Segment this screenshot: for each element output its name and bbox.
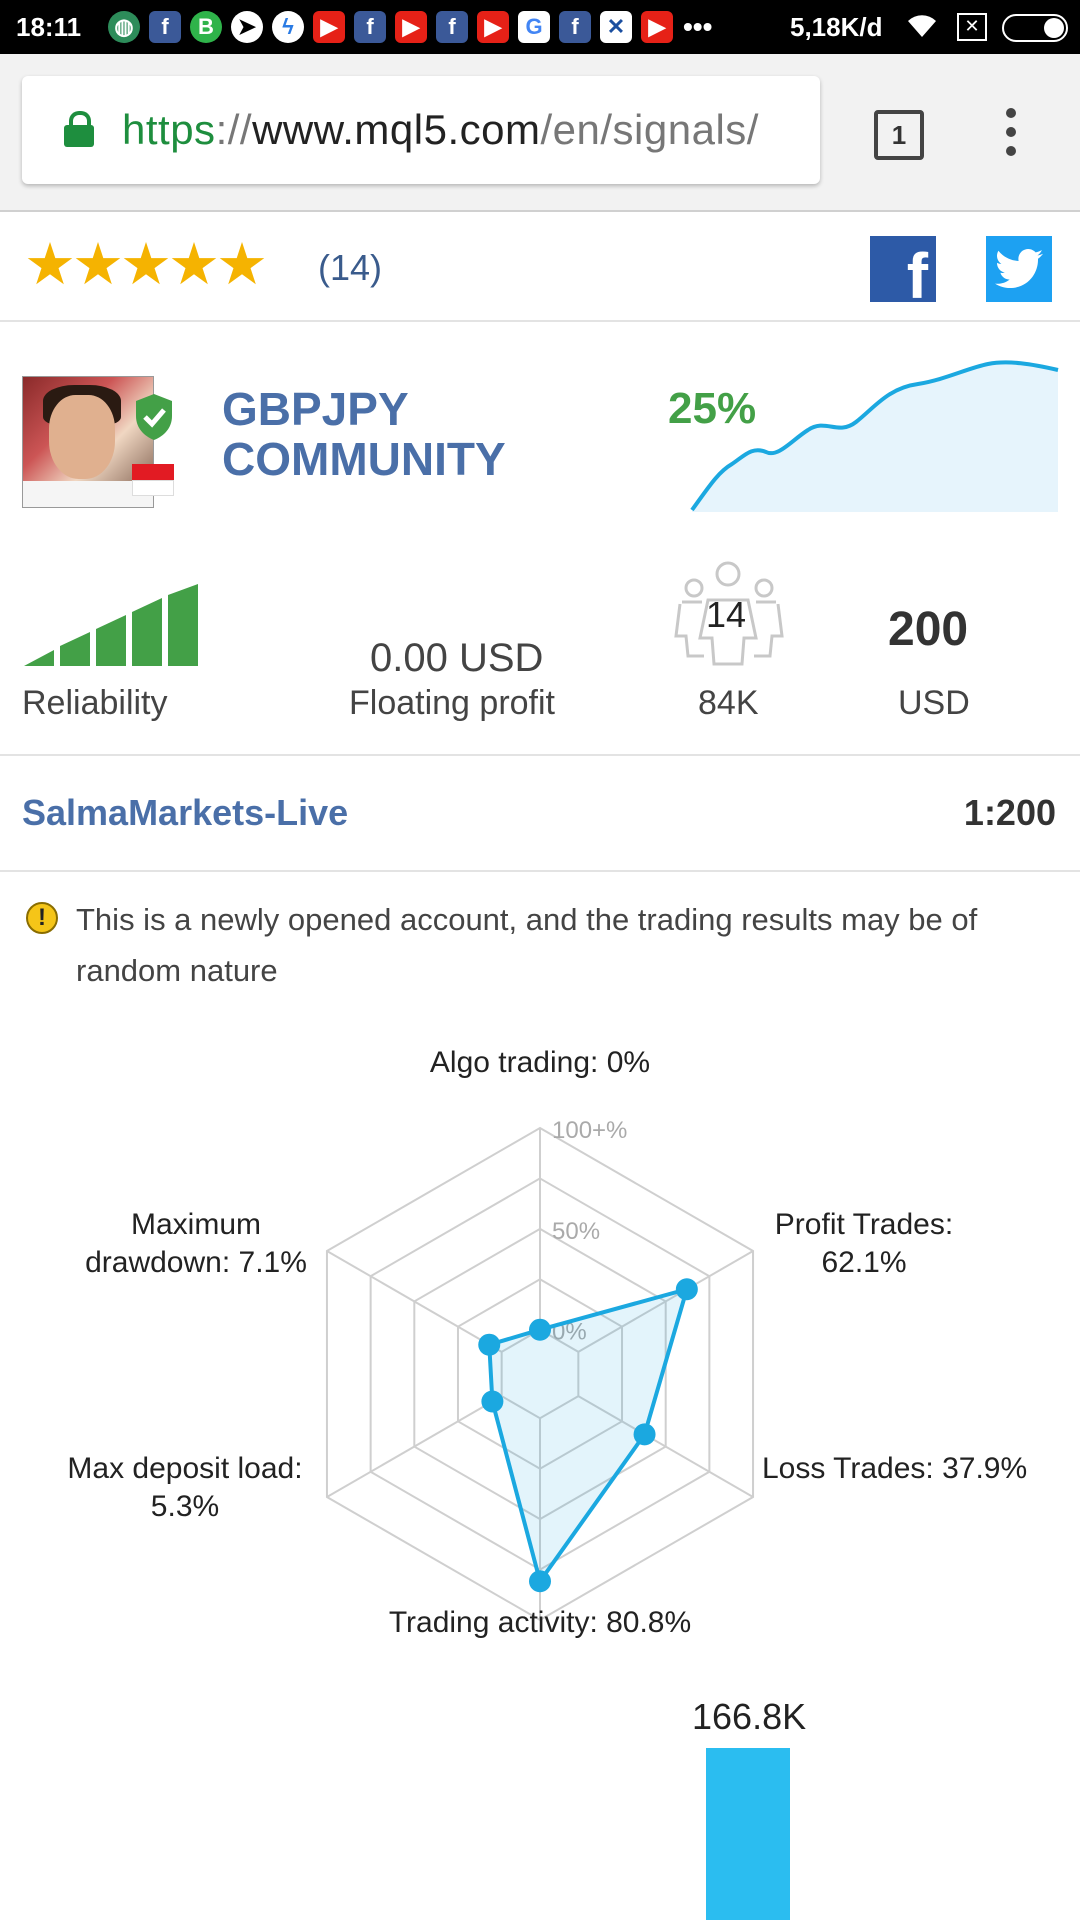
bar-value-label: 166.8K	[692, 1696, 807, 1737]
review-count[interactable]: (14)	[318, 247, 382, 289]
globe-icon: ◍	[108, 11, 140, 43]
radar-label-activity: Trading activity: 80.8%	[388, 1606, 692, 1639]
radar-point-5	[481, 1390, 504, 1413]
battery-icon	[1002, 14, 1068, 42]
no-sim-icon: ✕	[957, 13, 987, 41]
reliability-bars-icon	[24, 584, 198, 666]
broker-row: SalmaMarkets-Live 1:200	[0, 756, 1080, 872]
radar-point-4	[529, 1570, 551, 1593]
facebook-icon: f	[436, 11, 468, 43]
bar-mark	[706, 1748, 790, 1920]
messenger-icon: ϟ	[272, 11, 304, 43]
telegram-icon: ➤	[231, 11, 263, 43]
facebook-icon: f	[149, 11, 181, 43]
twitter-icon	[995, 249, 1043, 288]
youtube-icon: ▶	[477, 11, 509, 43]
radar-chart: 100+%50%0% Algo trading: 0% Profit Trade…	[0, 1030, 1080, 1660]
youtube-icon: ▶	[395, 11, 427, 43]
facebook-icon: f	[354, 11, 386, 43]
browser-toolbar: https://www.mql5.com/en/signals/ 1	[0, 54, 1080, 212]
floating-profit-value: 0.00 USD	[370, 636, 544, 680]
facebook-share-button[interactable]: f	[870, 236, 936, 308]
subscribers-funds: 84K	[698, 684, 759, 722]
google-icon: G	[518, 11, 550, 43]
url-text[interactable]: https://www.mql5.com/en/signals/	[122, 106, 759, 154]
clock: 18:11	[16, 11, 82, 42]
floating-profit-label: Floating profit	[349, 684, 555, 722]
lock-icon	[64, 111, 94, 149]
radar-point-3	[633, 1423, 656, 1446]
verified-shield-icon	[136, 394, 172, 440]
radar-ring-label: 50%	[552, 1218, 600, 1245]
xl-icon: ✕	[600, 11, 632, 43]
subscribers-count: 14	[706, 594, 747, 635]
bbm-icon: B	[190, 11, 222, 43]
menu-icon[interactable]	[1006, 108, 1018, 162]
radar-ring-label: 100+%	[552, 1117, 627, 1144]
warning-icon: !	[26, 902, 58, 934]
address-bar[interactable]: https://www.mql5.com/en/signals/	[22, 76, 820, 184]
rating-row: ★★★★★ (14) f	[0, 212, 1080, 322]
radar-label-deposit-load: Max deposit load: 5.3%	[67, 1452, 303, 1523]
deposit-currency: USD	[898, 684, 970, 722]
radar-label-algo: Algo trading: 0%	[429, 1046, 651, 1079]
radar-point-1	[529, 1318, 551, 1341]
youtube-icon: ▶	[313, 11, 345, 43]
stats-row: Reliability 0.00 USD Floating profit 14 …	[0, 560, 1080, 756]
radar-series-area	[487, 1286, 690, 1586]
radar-point-2	[675, 1278, 698, 1301]
wifi-icon	[905, 10, 939, 47]
new-account-warning: This is a newly opened account, and the …	[76, 902, 978, 988]
radar-point-6	[478, 1333, 501, 1356]
twitter-share-button[interactable]	[986, 236, 1052, 302]
deposit-value: 200	[888, 603, 969, 656]
indonesia-flag-icon	[132, 464, 174, 496]
rating-stars: ★★★★★	[24, 232, 268, 297]
signal-title[interactable]: GBPJPY COMMUNITY	[222, 384, 562, 484]
radar-label-drawdown: Maximum drawdown: 7.1%	[85, 1208, 307, 1279]
network-speed: 5,18K/d	[790, 12, 883, 42]
more-notifications: •••	[683, 11, 713, 42]
status-bar: 18:11 ◍ f B ➤ ϟ ▶ f ▶ f ▶ G f ✕ ▶ ••• 5,…	[0, 0, 1080, 54]
reliability-label: Reliability	[22, 684, 168, 722]
radar-label-profit: Profit Trades: 62.1%	[774, 1208, 954, 1279]
growth-sparkline	[690, 360, 1059, 512]
facebook-icon: f	[906, 240, 928, 312]
youtube-icon: ▶	[641, 11, 673, 43]
facebook-icon: f	[559, 11, 591, 43]
leverage: 1:200	[963, 792, 1056, 833]
radar-label-loss: Loss Trades: 37.9%	[762, 1452, 1028, 1485]
tab-switcher-button[interactable]: 1	[874, 110, 924, 160]
broker-server-link[interactable]: SalmaMarkets-Live	[22, 792, 348, 834]
notification-icons: ◍ f B ➤ ϟ ▶ f ▶ f ▶ G f ✕ ▶	[108, 11, 673, 43]
